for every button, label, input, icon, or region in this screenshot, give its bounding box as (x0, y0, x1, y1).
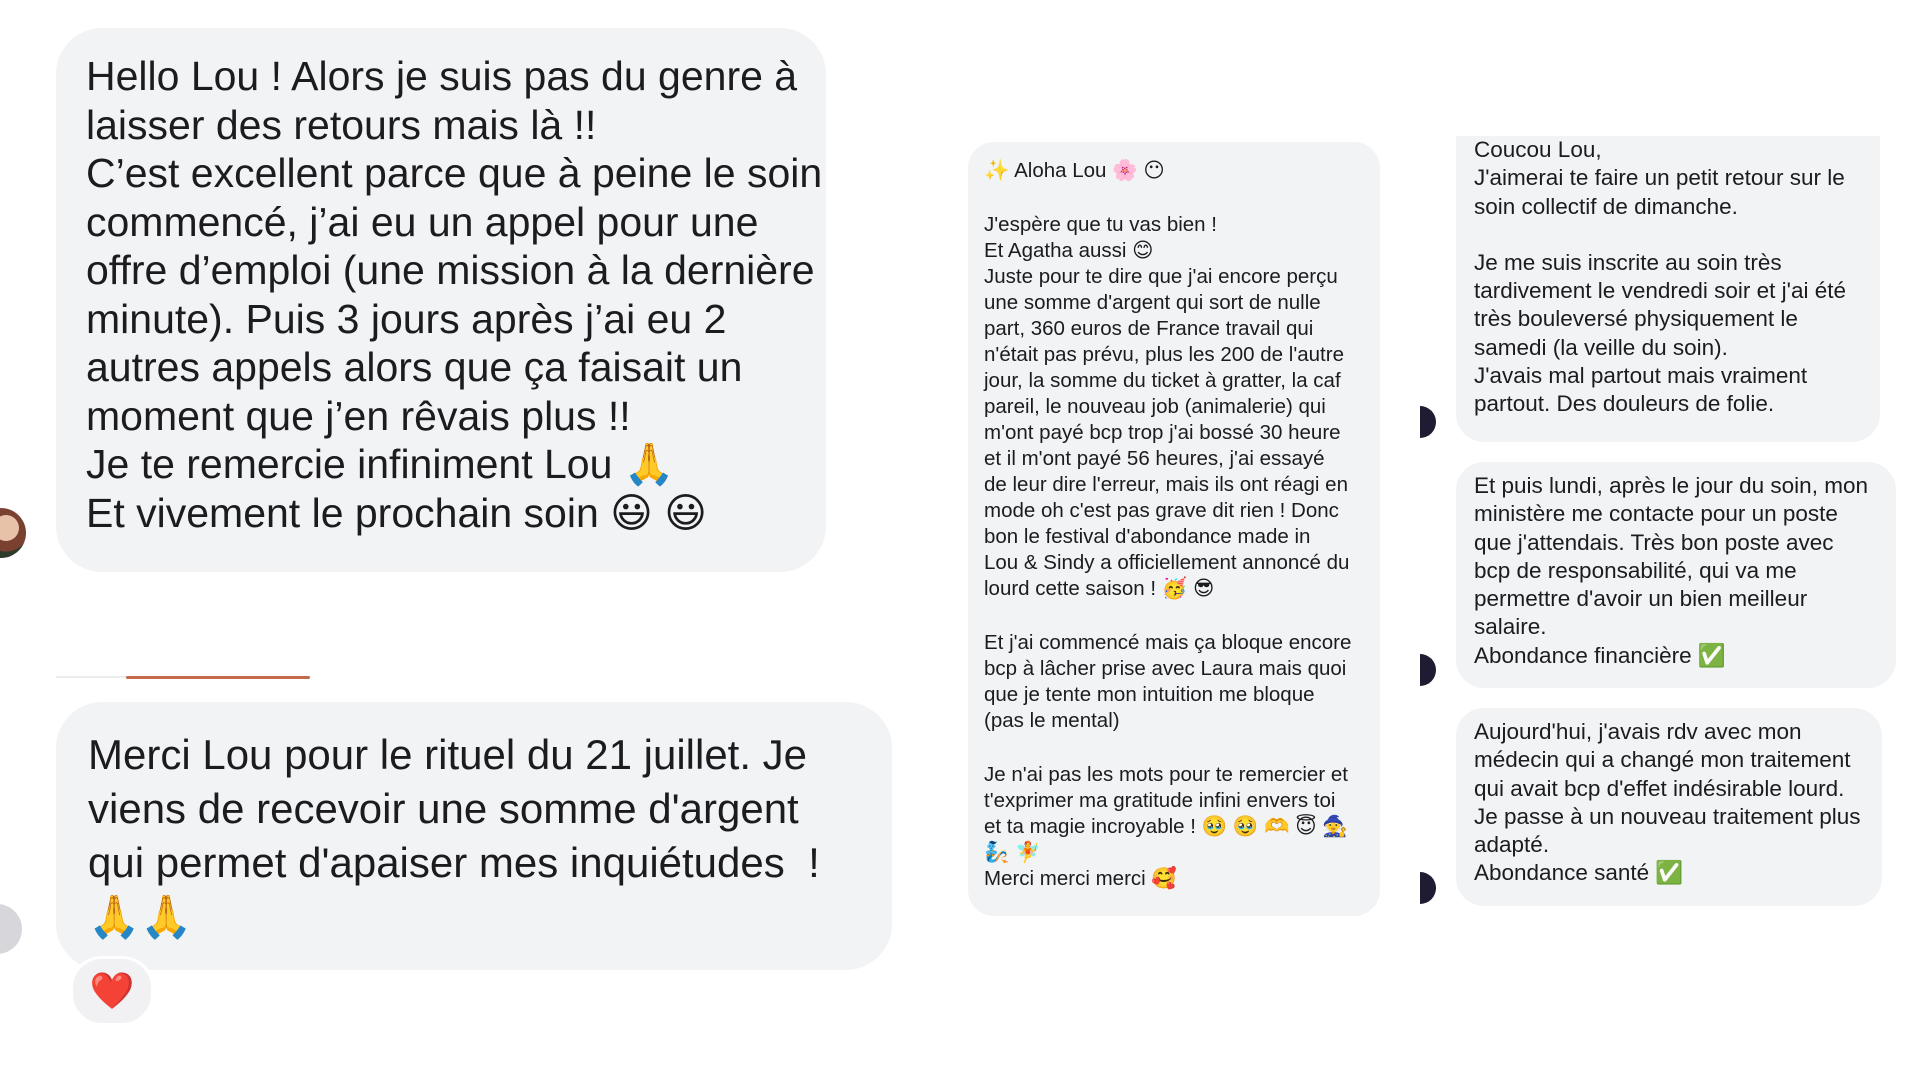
message-line: adapté. (1474, 832, 1550, 858)
message-line: soin collectif de dimanche. (1474, 193, 1738, 219)
message-line: part, 360 euros de France travail qui (984, 317, 1314, 340)
message-line: C’est excellent parce que à peine le soi… (86, 150, 823, 196)
message-line: médecin qui a changé mon traitement (1474, 747, 1851, 773)
message-line: pareil, le nouveau job (animalerie) qui (984, 395, 1326, 418)
message-line: salaire. (1474, 614, 1547, 640)
message-line: 🙏🙏 (88, 892, 193, 941)
sender-avatar (1420, 654, 1436, 686)
message-line: Et j'ai commencé mais ça bloque encore (984, 631, 1352, 654)
message-line: bon le festival d'abondance made in (984, 525, 1311, 548)
message-line: laisser des retours mais là !! (86, 101, 597, 148)
message-line: partout. Des douleurs de folie. (1474, 391, 1775, 417)
message-line: jour, la somme du ticket à gratter, la c… (984, 369, 1341, 392)
message-line: Lou & Sindy a officiellement annoncé du (984, 551, 1350, 574)
message-line: (pas le mental) (984, 709, 1120, 732)
message-bubble: ✨ Aloha Lou 🌸 😶 J'espère que tu vas bien… (968, 142, 1380, 916)
message-line: une somme d'argent qui sort de nulle (984, 291, 1321, 314)
message-line: qui permet d'apaiser mes inquiétudes ! (88, 839, 820, 886)
message-line: viens de recevoir une somme d'argent (88, 785, 799, 832)
message-line: qui avait bcp d'effet indésirable lourd. (1474, 775, 1845, 801)
message-line: tardivement le vendredi soir et j'ai été (1474, 278, 1846, 304)
message-bubble: Hello Lou ! Alors je suis pas du genre à… (56, 28, 826, 572)
message-line: Abondance santé ✅ (1474, 860, 1684, 886)
message-line: Je te remercie infiniment Lou 🙏 (86, 441, 675, 487)
message-line: Et vivement le prochain soin 😃 😃 (86, 489, 708, 536)
heart-reaction[interactable]: ❤️ (70, 956, 154, 1026)
message-line: n'était pas prévu, plus les 200 de l'aut… (984, 343, 1344, 366)
message-line: Merci Lou pour le rituel du 21 juillet. … (88, 731, 808, 778)
message-line: Aujourd'hui, j'avais rdv avec mon (1474, 719, 1802, 744)
sender-avatar (0, 904, 22, 954)
message-line: Je passe à un nouveau traitement plus (1474, 803, 1861, 829)
message-line: m'ont payé bcp trop j'ai bossé 30 heure (984, 421, 1341, 444)
divider-accent (126, 676, 310, 679)
sender-avatar (1420, 406, 1436, 438)
message-line: Juste pour te dire que j'ai encore perçu (984, 265, 1338, 288)
message-line: Coucou Lou, (1474, 137, 1602, 162)
message-line: J'espère que tu vas bien ! (984, 213, 1217, 236)
message-line: lourd cette saison ! 🥳 😎 (984, 577, 1215, 600)
message-line: permettre d'avoir un bien meilleur (1474, 586, 1808, 612)
message-bubble: Merci Lou pour le rituel du 21 juillet. … (56, 702, 892, 970)
message-line: offre d’emploi (une mission à la dernièr… (86, 247, 815, 293)
message-line: t'exprimer ma gratitude infini envers to… (984, 789, 1336, 812)
message-line: et ta magie incroyable ! 🥹 🥹 🫶 😇 🧙 (984, 815, 1348, 838)
heart-icon: ❤️ (89, 970, 135, 1011)
message-line: minute). Puis 3 jours après j’ai eu 2 (86, 295, 727, 342)
message-line: que j'attendais. Très bon poste avec (1474, 529, 1834, 555)
message-bubble: Coucou Lou, J'aimerai te faire un petit … (1456, 136, 1880, 442)
message-line: Et puis lundi, après le jour du soin, mo… (1474, 473, 1868, 498)
message-line: samedi (la veille du soin). (1474, 334, 1728, 360)
message-line: moment que j’en rêvais plus !! (86, 392, 631, 439)
message-bubble: Et puis lundi, après le jour du soin, mo… (1456, 462, 1896, 688)
message-line: ministère me contacte pour un poste (1474, 501, 1838, 527)
message-line: mode oh c'est pas grave dit rien ! Donc (984, 499, 1339, 522)
sender-avatar (1420, 872, 1436, 904)
message-line: J'aimerai te faire un petit retour sur l… (1474, 165, 1845, 191)
message-line: Je n'ai pas les mots pour te remercier e… (984, 763, 1348, 786)
message-line: de leur dire l'erreur, mais ils ont réag… (984, 473, 1348, 496)
message-line: J'avais mal partout mais vraiment (1474, 363, 1808, 389)
message-line: bcp de responsabilité, qui va me (1474, 557, 1797, 583)
message-line: très bouleversé physiquement le (1474, 306, 1798, 332)
message-line: Merci merci merci 🥰 (984, 867, 1177, 890)
message-line: ✨ Aloha Lou 🌸 😶 (984, 159, 1165, 182)
message-line: bcp à lâcher prise avec Laura mais quoi (984, 657, 1347, 680)
message-line: Et Agatha aussi 😊 (984, 239, 1154, 262)
message-line: commencé, j’ai eu un appel pour une (86, 198, 759, 245)
message-line: Je me suis inscrite au soin très (1474, 249, 1782, 275)
message-line: Abondance financière ✅ (1474, 642, 1726, 668)
message-bubble: Aujourd'hui, j'avais rdv avec mon médeci… (1456, 708, 1882, 906)
message-line: 🧞 🧚 (984, 841, 1041, 864)
message-line: Hello Lou ! Alors je suis pas du genre à (86, 53, 798, 99)
message-line: autres appels alors que ça faisait un (86, 344, 743, 390)
sender-avatar (0, 508, 26, 558)
message-line: que je tente mon intuition me bloque (984, 683, 1315, 706)
message-line: et il m'ont payé 56 heures, j'ai essayé (984, 447, 1325, 470)
